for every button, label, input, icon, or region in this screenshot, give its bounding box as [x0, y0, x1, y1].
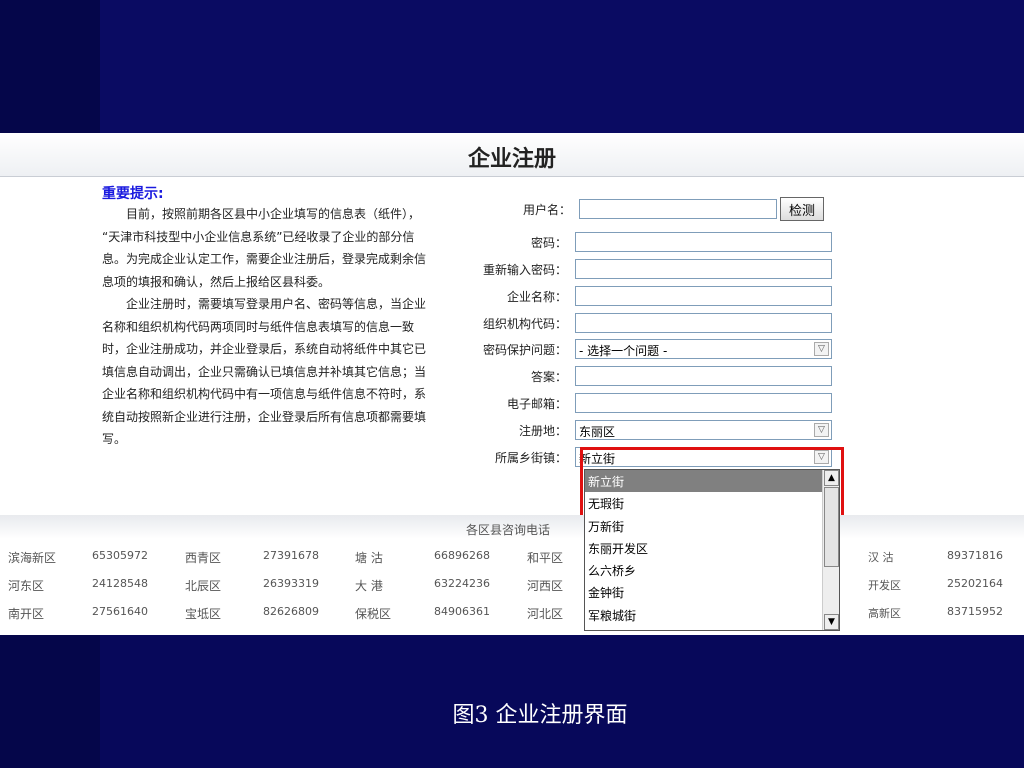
- district-name: 保税区: [355, 607, 392, 621]
- text-field[interactable]: [575, 259, 832, 279]
- dropdown-option[interactable]: 军粮城街: [585, 604, 822, 626]
- phone-number: 82626809: [263, 605, 319, 618]
- phone-table-title: 各区县咨询电话: [466, 523, 551, 537]
- phone-number: 89371816: [947, 549, 1003, 562]
- phone-number: 26393319: [263, 577, 319, 590]
- field-value: 东丽区: [579, 425, 616, 439]
- dropdown-option[interactable]: 新立街: [585, 470, 822, 493]
- slide-top-band: [100, 0, 1024, 133]
- page-header: 企业注册: [0, 133, 1024, 177]
- field-label: 组织机构代码：: [482, 316, 567, 331]
- text-field[interactable]: [575, 366, 832, 386]
- field-label: 所属乡街镇：: [494, 450, 567, 465]
- form-row: 组织机构代码：: [440, 312, 832, 334]
- district-name: 西青区: [185, 551, 222, 565]
- phone-number: 24128548: [92, 577, 148, 590]
- notice-paragraph-1: 目前，按照前期各区县中小企业填写的信息表（纸件）， “天津市科技型中小企业信息系…: [102, 207, 427, 289]
- notice-heading: 重要提示:: [102, 186, 164, 202]
- registration-screenshot: 企业注册 重要提示: 目前，按照前期各区县中小企业填写的信息表（纸件）， “天津…: [0, 133, 1024, 635]
- district-name: 塘 沽: [355, 551, 383, 565]
- dropdown-option[interactable]: 东丽开发区: [585, 537, 822, 559]
- district-name: 河西区: [527, 579, 564, 593]
- slide-caption: 图3 企业注册界面: [452, 703, 628, 728]
- form-row: 注册地： 东丽区 ▽: [440, 419, 832, 441]
- phone-number: 25202164: [947, 577, 1003, 590]
- district-name: 宝坻区: [185, 607, 222, 621]
- field-label: 重新输入密码：: [482, 262, 567, 277]
- field-value: - 选择一个问题 -: [579, 344, 668, 358]
- chevron-down-icon[interactable]: ▽: [814, 342, 829, 356]
- district-name: 高新区: [868, 607, 901, 620]
- text-field[interactable]: [575, 232, 832, 252]
- text-field[interactable]: [575, 393, 832, 413]
- scroll-down-icon[interactable]: ▼: [824, 614, 839, 630]
- street-dropdown-list[interactable]: 新立街 无瑕街 万新街 东丽开发区 么六桥乡 金钟街 军粮城街 ▲ ▼: [584, 469, 840, 631]
- phone-number: 66896268: [434, 549, 490, 562]
- field-label: 答案：: [530, 369, 567, 384]
- username-label: 用户名：: [522, 202, 571, 217]
- chevron-down-icon[interactable]: ▽: [814, 423, 829, 437]
- dropdown-option[interactable]: 万新街: [585, 515, 822, 537]
- page-title: 企业注册: [467, 146, 556, 172]
- form-row: 企业名称：: [440, 285, 832, 307]
- select-field[interactable]: - 选择一个问题 - ▽: [575, 339, 832, 359]
- district-name: 大 港: [355, 579, 383, 593]
- dropdown-option[interactable]: 么六桥乡: [585, 559, 822, 581]
- district-name: 滨海新区: [8, 551, 57, 565]
- phone-number: 27391678: [263, 549, 319, 562]
- dropdown-option[interactable]: 无瑕街: [585, 492, 822, 514]
- scroll-up-icon[interactable]: ▲: [824, 470, 839, 486]
- select-field[interactable]: 东丽区 ▽: [575, 420, 832, 440]
- district-name: 河东区: [8, 579, 45, 593]
- form-row: 答案：: [440, 365, 832, 387]
- field-label: 企业名称：: [506, 289, 567, 304]
- form-row: 电子邮箱：: [440, 392, 832, 414]
- field-label: 电子邮箱：: [506, 396, 567, 411]
- form-row: 密码：: [440, 231, 832, 253]
- scroll-thumb[interactable]: [824, 487, 839, 567]
- notice-paragraph-2: 企业注册时，需要填写登录用户名、密码等信息，当企业名称和组织机构代码两项同时与纸…: [102, 297, 427, 446]
- text-field[interactable]: [575, 286, 832, 306]
- district-name: 北辰区: [185, 579, 222, 593]
- phone-number: 83715952: [947, 605, 1003, 618]
- district-name: 汉 沽: [868, 551, 894, 564]
- form-row: 重新输入密码：: [440, 258, 832, 280]
- district-name: 和平区: [527, 551, 564, 565]
- username-input[interactable]: [579, 199, 777, 219]
- district-name: 开发区: [868, 579, 901, 592]
- check-button[interactable]: 检测: [780, 197, 825, 221]
- phone-number: 27561640: [92, 605, 148, 618]
- phone-number: 65305972: [92, 549, 148, 562]
- phone-number: 63224236: [434, 577, 490, 590]
- scrollbar[interactable]: ▲ ▼: [822, 470, 839, 630]
- form-row: 密码保护问题： - 选择一个问题 - ▽: [440, 338, 832, 360]
- field-label: 密码保护问题：: [482, 342, 567, 357]
- district-name: 南开区: [8, 607, 45, 621]
- notice-panel: 重要提示: 目前，按照前期各区县中小企业填写的信息表（纸件）， “天津市科技型中…: [102, 185, 427, 451]
- dropdown-option[interactable]: 金钟街: [585, 581, 822, 603]
- field-label: 注册地：: [518, 423, 567, 438]
- phone-table: 各区县咨询电话 滨海新区 65305972 西青区 27391678 塘 沽 668962…: [0, 515, 1024, 635]
- phone-number: 84906361: [434, 605, 490, 618]
- text-field[interactable]: [575, 313, 832, 333]
- field-label: 密码：: [530, 235, 567, 250]
- district-name: 河北区: [527, 607, 564, 621]
- username-row: 用户名： 检测: [440, 197, 825, 221]
